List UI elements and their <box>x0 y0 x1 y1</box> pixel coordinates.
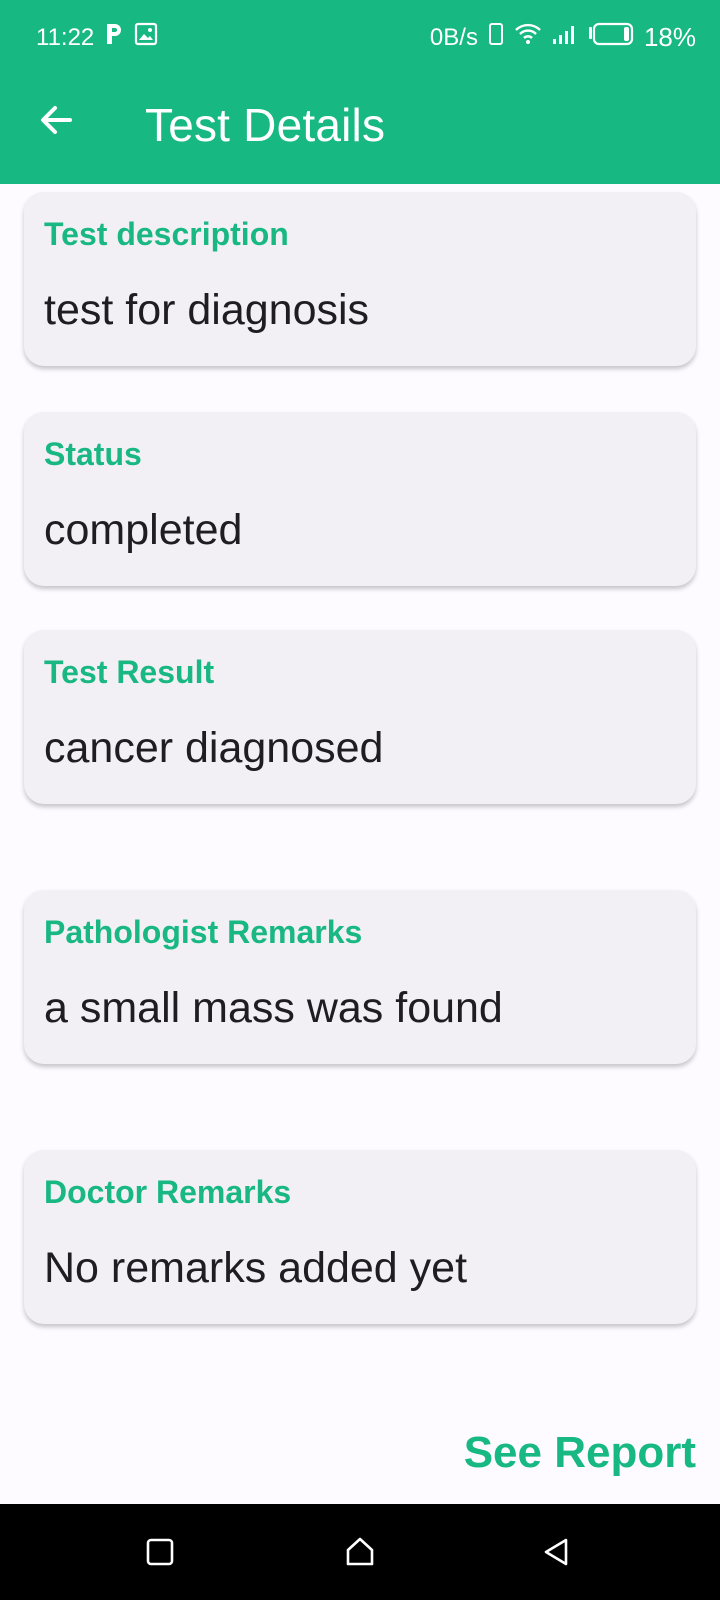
card-label: Test description <box>44 216 289 252</box>
back-button[interactable] <box>22 86 90 154</box>
see-report-button[interactable]: See Report <box>464 1428 696 1478</box>
p-notification-icon <box>104 22 124 53</box>
app-bar: Test Details <box>0 72 720 184</box>
card-value: test for diagnosis <box>44 286 370 334</box>
home-icon <box>346 1537 374 1566</box>
card-label: Status <box>44 436 142 472</box>
back-triangle-icon <box>544 1538 568 1566</box>
top-bar: 11:22 0B/s 18% Test Details <box>0 0 720 184</box>
system-back-button[interactable] <box>530 1526 582 1578</box>
image-notification-icon <box>134 22 158 53</box>
vibrate-icon <box>488 22 504 53</box>
signal-icon <box>552 23 578 52</box>
status-bar: 11:22 0B/s 18% <box>0 0 720 72</box>
recents-button[interactable] <box>134 1526 186 1578</box>
recents-square-icon <box>146 1538 174 1566</box>
content: Test description test for diagnosis Stat… <box>0 184 720 1504</box>
card-test-result: Test Result cancer diagnosed <box>24 630 696 804</box>
battery-percent: 18% <box>643 22 696 52</box>
net-speed: 0B/s <box>429 23 478 51</box>
system-nav-bar <box>0 1504 720 1600</box>
status-left: 11:22 <box>36 22 158 53</box>
card-label: Doctor Remarks <box>44 1174 292 1210</box>
card-label: Pathologist Remarks <box>44 914 363 950</box>
card-value: a small mass was found <box>44 984 503 1032</box>
status-right: 0B/s 18% <box>430 22 696 53</box>
status-time: 11:22 <box>36 23 95 51</box>
battery-icon <box>588 22 634 53</box>
wifi-icon <box>514 22 542 53</box>
card-test-description: Test description test for diagnosis <box>24 192 696 366</box>
card-value: completed <box>44 506 243 554</box>
card-doctor-remarks: Doctor Remarks No remarks added yet <box>24 1150 696 1324</box>
home-button[interactable] <box>334 1526 386 1578</box>
card-value: No remarks added yet <box>44 1244 468 1292</box>
page-title: Test Details <box>145 99 386 151</box>
card-label: Test Result <box>44 654 215 690</box>
card-pathologist-remarks: Pathologist Remarks a small mass was fou… <box>24 890 696 1064</box>
card-status: Status completed <box>24 412 696 586</box>
arrow-left-icon <box>41 106 72 134</box>
card-value: cancer diagnosed <box>44 724 384 772</box>
